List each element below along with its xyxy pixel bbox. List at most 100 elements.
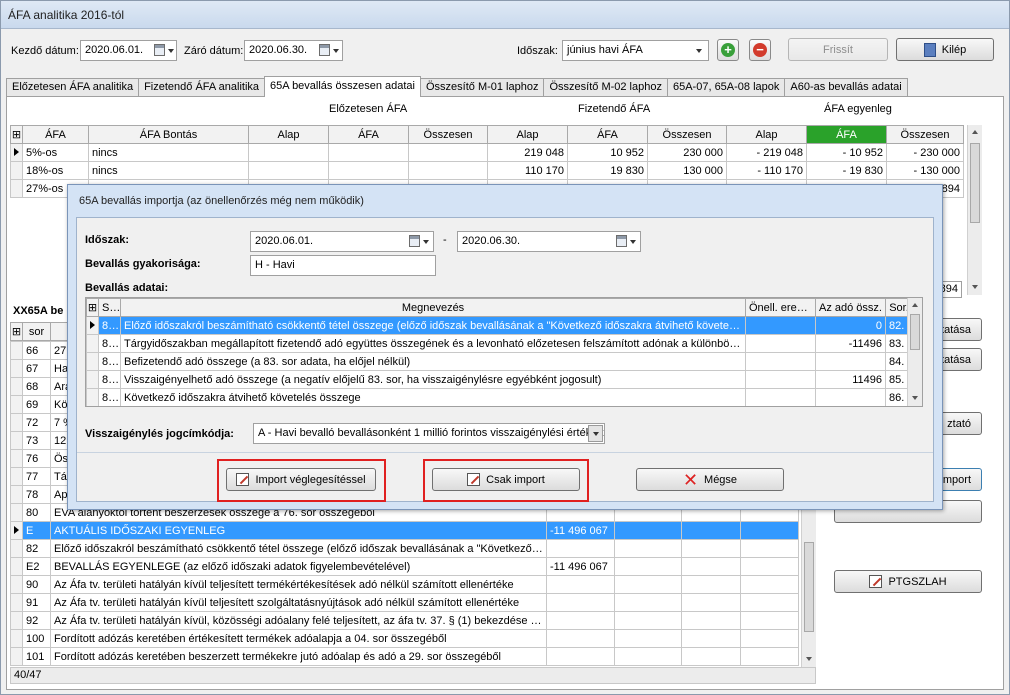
table-row[interactable]: 5%-os nincs 219 048 10 952 230 000 - 219 04…	[10, 143, 964, 162]
tab-m02[interactable]: Összesítő M-02 laphoz	[543, 78, 668, 97]
chevron-down-icon	[630, 240, 636, 244]
table-row[interactable]: E2 BEVALLÁS EGYENLEGE (az előző időszaki …	[10, 557, 799, 576]
summary-scrollbar[interactable]	[967, 125, 982, 295]
start-date-label: Kezdő dátum:	[11, 45, 79, 57]
table-row[interactable]: 92 Az Áfa tv. területi hatályán kívül, kö…	[10, 611, 799, 630]
door-icon	[923, 42, 936, 57]
col-header[interactable]: ÁFA	[567, 125, 648, 144]
tab-elozetes[interactable]: Előzetesen ÁFA analitika	[6, 78, 140, 97]
grid-options-icon[interactable]: ⊞	[10, 322, 23, 341]
table-row[interactable]: 18%-os nincs 110 170 19 830 130 000 - 110 1…	[10, 161, 964, 180]
tab-m01[interactable]: Összesítő M-01 laphoz	[419, 78, 545, 97]
col-header[interactable]: ÁFA	[806, 125, 887, 144]
record-counter: 40/47	[14, 669, 42, 681]
ptgszlah-button[interactable]: PTGSZLAH	[834, 570, 982, 593]
calendar-icon	[409, 235, 420, 247]
col-header[interactable]: ÁFA	[328, 125, 409, 144]
table-row[interactable]: 84. Befizetendő adó összege (a 83. sor a…	[86, 352, 913, 371]
table-row[interactable]: 85. Visszaigényelhető adó összege (a neg…	[86, 370, 913, 389]
table-row[interactable]: 90 Az Áfa tv. területi hatályán kívül tel…	[10, 575, 799, 594]
lower-grid-title: XX65A be	[13, 305, 64, 317]
col-header[interactable]: Sor.	[98, 298, 121, 317]
row-pointer-icon	[90, 320, 95, 329]
remove-button[interactable]: −	[749, 39, 771, 61]
tab-65a07[interactable]: 65A-07, 65A-08 lapok	[666, 78, 786, 97]
dialog-grid[interactable]: ⊞ Sor. Megnevezés Önell. eredeti Az adó …	[85, 297, 923, 407]
start-date-field[interactable]: 2020.06.01.	[80, 40, 177, 61]
dialog-freq-label: Bevallás gyakorisága:	[85, 258, 201, 270]
row-pointer-icon	[14, 147, 19, 156]
plus-icon: +	[721, 43, 735, 57]
chevron-down-icon	[168, 49, 174, 53]
period-separator: -	[443, 234, 447, 246]
col-header[interactable]: Összesen	[886, 125, 964, 144]
dialog-title: 65A bevallás importja (az önellenőrzés m…	[79, 195, 364, 207]
dialog-period-label: Időszak:	[85, 234, 130, 246]
reclaim-label: Visszaigénylés jogcímkódja:	[85, 428, 234, 440]
end-date-field[interactable]: 2020.06.30.	[244, 40, 343, 61]
group-fizetendo-label: Fizetendő ÁFA	[578, 103, 651, 115]
chevron-down-icon	[423, 240, 429, 244]
col-header[interactable]: Alap	[248, 125, 329, 144]
lower-status-bar: 40/47	[10, 667, 816, 684]
table-row[interactable]: 83. Tárgyidőszakban megállapított fizete…	[86, 334, 913, 353]
col-header[interactable]: Megnevezés	[120, 298, 746, 317]
cancel-button[interactable]: ✕ Mégse	[636, 468, 784, 491]
col-header-sor[interactable]: sor	[22, 322, 51, 341]
grid-options-icon[interactable]: ⊞	[86, 298, 99, 317]
refresh-button[interactable]: Frissít	[788, 38, 888, 61]
tab-65a-osszesen[interactable]: 65A bevallás összesen adatai	[264, 76, 421, 97]
chevron-down-icon	[333, 49, 339, 53]
edit-icon	[467, 473, 481, 486]
tab-bar: Előzetesen ÁFA analitika Fizetendő ÁFA a…	[6, 76, 908, 97]
dialog-body: Időszak: 2020.06.01. - 2020.06.30. Beval…	[76, 217, 934, 502]
dialog-data-label: Bevallás adatai:	[85, 282, 169, 294]
tab-fizetendo[interactable]: Fizetendő ÁFA analitika	[138, 78, 266, 97]
period-select[interactable]: június havi ÁFA	[562, 40, 709, 61]
calendar-icon	[154, 44, 165, 56]
main-window: ÁFA analitika 2016-tól Kezdő dátum: 2020…	[0, 0, 1010, 695]
end-date-label: Záró dátum:	[184, 45, 244, 57]
col-header[interactable]: Alap	[487, 125, 568, 144]
edit-icon	[869, 575, 883, 588]
table-row[interactable]: 82. Előző időszakról beszámítható csökke…	[86, 316, 913, 335]
chevron-down-icon	[593, 432, 599, 436]
edit-icon	[236, 473, 250, 486]
grid-options-icon[interactable]: ⊞	[10, 125, 23, 144]
window-title: ÁFA analitika 2016-tól	[8, 8, 125, 22]
col-header[interactable]: Önell. eredeti	[745, 298, 816, 317]
reclaim-select[interactable]: A - Havi bevalló bevallásonként 1 millió…	[253, 423, 605, 444]
group-elozetes-label: Előzetesen ÁFA	[329, 103, 408, 115]
col-header[interactable]: Alap	[726, 125, 807, 144]
dialog-freq-field[interactable]: H - Havi	[250, 255, 436, 276]
divider	[77, 452, 933, 453]
chevron-down-icon	[696, 49, 702, 53]
col-header[interactable]: Összesen	[408, 125, 488, 144]
group-egyenleg-label: ÁFA egyenleg	[824, 103, 892, 115]
title-bar: ÁFA analitika 2016-tól	[1, 1, 1009, 29]
dialog-period-from[interactable]: 2020.06.01.	[250, 231, 434, 252]
exit-button[interactable]: Kilép	[896, 38, 994, 61]
close-icon: ✕	[682, 469, 699, 490]
period-label: Időszak:	[517, 45, 558, 57]
col-header[interactable]: ÁFA	[22, 125, 89, 144]
col-header[interactable]: Az adó össz.	[815, 298, 886, 317]
calendar-icon	[319, 44, 330, 56]
table-row[interactable]: E AKTUÁLIS IDŐSZAKI EGYENLEG -11 496 067	[10, 521, 799, 540]
table-row[interactable]: 82 Előző időszakról beszámítható csökkent…	[10, 539, 799, 558]
table-row[interactable]: 100 Fordított adózás keretében értékesíte…	[10, 629, 799, 648]
table-row[interactable]: 86. Következő időszakra átvihető követel…	[86, 388, 913, 406]
add-button[interactable]: +	[717, 39, 739, 61]
import-dialog: 65A bevallás importja (az önellenőrzés m…	[67, 184, 943, 510]
minus-icon: −	[753, 43, 767, 57]
import-only-button[interactable]: Csak import	[432, 468, 580, 491]
col-header[interactable]: ÁFA Bontás	[88, 125, 249, 144]
import-finalize-button[interactable]: Import véglegesítéssel	[226, 468, 376, 491]
dialog-period-to[interactable]: 2020.06.30.	[457, 231, 641, 252]
table-row[interactable]: 91 Az Áfa tv. területi hatályán kívül tel…	[10, 593, 799, 612]
tab-a60[interactable]: A60-as bevallás adatai	[784, 78, 908, 97]
row-pointer-icon	[14, 525, 19, 534]
col-header[interactable]: Összesen	[647, 125, 727, 144]
table-row[interactable]: 101 Fordított adózás keretében beszerzett…	[10, 647, 799, 666]
dialog-grid-scrollbar[interactable]	[907, 298, 922, 406]
